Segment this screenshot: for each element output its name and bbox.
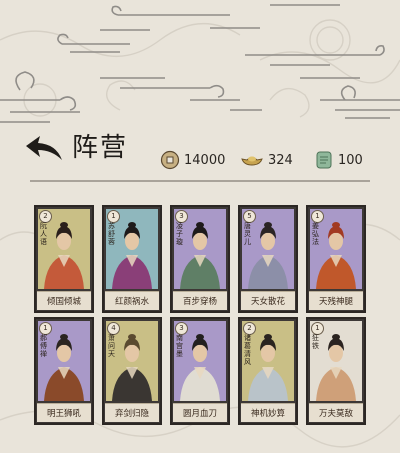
skill-name: 天残神腿 <box>318 297 353 307</box>
skill-name-plate: 神机妙算 <box>241 403 295 422</box>
skill-name-plate: 弃剑归隐 <box>105 403 159 422</box>
gold-ingot-icon <box>241 156 263 166</box>
jade-amount: 100 <box>338 152 363 168</box>
skill-name-plate: 百步穿杨 <box>173 291 227 310</box>
hero-card[interactable]: 1 苏舒蓉 红颜祸水 <box>102 205 162 313</box>
skill-name: 弃剑归隐 <box>114 409 149 419</box>
hero-name: 姜弘法 <box>312 222 319 246</box>
skill-name-plate: 天女散花 <box>241 291 295 310</box>
hero-card[interactable]: 1 郝傅禅 明王狮吼 <box>34 317 94 425</box>
hero-name: 阮人语 <box>40 222 47 246</box>
title-divider <box>30 180 370 182</box>
skill-name-plate: 圆月血刀 <box>173 403 227 422</box>
skill-name: 明王狮吼 <box>46 409 81 419</box>
hero-name: 萧问天 <box>108 334 115 358</box>
ingot-counter: 324 <box>240 147 293 173</box>
skill-name: 百步穿杨 <box>182 297 217 307</box>
hero-card[interactable]: 4 萧问天 弃剑归隐 <box>102 317 162 425</box>
coin-amount: 14000 <box>184 152 226 168</box>
hero-card[interactable]: 1 姜弘法 天残神腿 <box>306 205 366 313</box>
coin-counter: 14000 <box>160 147 225 173</box>
copper-coin-icon <box>160 150 180 170</box>
hero-card[interactable]: 2 阮人语 倾国倾城 <box>34 205 94 313</box>
skill-name-plate: 天残神腿 <box>309 291 363 310</box>
hero-card[interactable]: 3 南宫墨 圆月血刀 <box>170 317 230 425</box>
skill-name: 神机妙算 <box>250 409 285 419</box>
page-title: 阵营 <box>72 133 129 163</box>
hero-card[interactable]: 2 诸葛清风 神机妙算 <box>238 317 298 425</box>
hero-name: 郝傅禅 <box>40 334 47 358</box>
skill-name: 圆月血刀 <box>182 409 217 419</box>
skill-name-plate: 红颜祸水 <box>105 291 159 310</box>
hero-name: 狂铁 <box>312 334 319 350</box>
skill-name: 红颜祸水 <box>114 297 149 307</box>
skill-name-plate: 明王狮吼 <box>37 403 91 422</box>
jade-token-icon <box>316 151 332 169</box>
skill-name: 万夫莫敌 <box>318 409 353 419</box>
hero-card[interactable]: 1 狂铁 万夫莫敌 <box>306 317 366 425</box>
jade-counter: 100 <box>314 147 363 173</box>
back-arrow-icon[interactable] <box>22 132 66 164</box>
skill-name-plate: 倾国倾城 <box>37 291 91 310</box>
hero-name: 诸葛清风 <box>244 334 251 366</box>
skill-name: 倾国倾城 <box>46 297 81 307</box>
ingot-amount: 324 <box>268 152 293 168</box>
hero-card[interactable]: 3 凌子璇 百步穿杨 <box>170 205 230 313</box>
hero-name: 苏舒蓉 <box>108 222 115 246</box>
skill-name: 天女散花 <box>250 297 285 307</box>
hero-name: 南宫墨 <box>176 334 183 358</box>
hero-name: 凌子璇 <box>176 222 183 246</box>
hero-card[interactable]: 5 唐灵儿 天女散花 <box>238 205 298 313</box>
skill-name-plate: 万夫莫敌 <box>309 403 363 422</box>
hero-name: 唐灵儿 <box>244 222 251 246</box>
